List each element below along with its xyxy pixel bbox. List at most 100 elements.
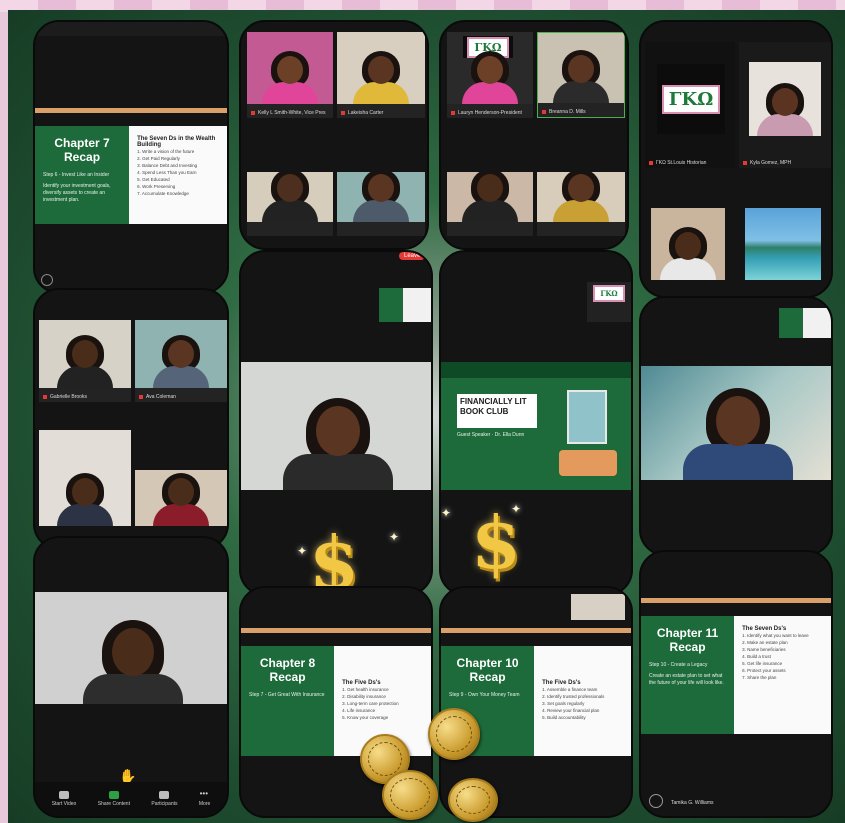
slide-item: 2. Identify trusted professionals xyxy=(542,694,605,699)
slide-subtitle: Step 10 - Create a Legacy xyxy=(649,662,708,668)
more-button[interactable]: ••• More xyxy=(199,789,210,808)
slide-item: 5. Get life insurance xyxy=(742,661,783,666)
meeting-toolbar: Start Video Share Content Participants •… xyxy=(35,782,227,816)
book-club-slide: FINANCIALLY LIT BOOK CLUB Guest Speaker … xyxy=(441,362,631,490)
panel-book-club: ΓΚΩ FINANCIALLY LIT BOOK CLUB Guest Spea… xyxy=(439,250,633,596)
video-tile[interactable] xyxy=(247,172,333,236)
share-icon xyxy=(108,791,119,799)
slide-subtitle: Step 9 - Own Your Money Team xyxy=(449,692,520,698)
gold-coin xyxy=(428,708,480,760)
slide-item: 3. Long-term care protection xyxy=(342,701,399,706)
video-tile[interactable] xyxy=(39,430,131,526)
slide-item: 1. Assemble a finance team xyxy=(542,687,598,692)
book-cover xyxy=(567,390,607,444)
slide-item: 2. Make an estate plan xyxy=(742,640,788,645)
slide-item: 3. Set goals regularly xyxy=(542,701,585,706)
slide-item: 3. Balance Debt and Investing xyxy=(137,163,198,168)
panel-speaker-1: Leave $ ✦ ✦ xyxy=(239,250,433,596)
panel-chapter-11-slide: Chapter 11 Recap Step 10 - Create a Lega… xyxy=(639,550,833,818)
settings-icon[interactable] xyxy=(41,274,53,286)
panel-chapter-7-slide: Chapter 7 Recap Step 6 - Invest Like an … xyxy=(33,20,229,294)
video-tile[interactable] xyxy=(135,470,227,526)
video-tile[interactable]: Gabrielle Brooks xyxy=(39,320,131,402)
speaker-video[interactable] xyxy=(241,362,431,490)
panel-gallery-b: ΓΚΩ Lauryn Henderson-President Breanna D… xyxy=(439,20,629,250)
slide-item: 2. Disability insurance xyxy=(342,694,386,699)
slide-item: 6. Protect your assets xyxy=(742,668,786,673)
slide-top-bar xyxy=(241,628,431,633)
slide-top-bar xyxy=(641,598,831,603)
collage-background: Chapter 7 Recap Step 6 - Invest Like an … xyxy=(8,10,845,823)
slide-item: 1. Write a vision of the future xyxy=(137,149,195,154)
video-tile[interactable] xyxy=(651,208,725,280)
slide-item: 5. Build accountability xyxy=(542,715,586,720)
participants-icon xyxy=(159,791,170,799)
shared-slide-thumbnail xyxy=(779,308,831,338)
slide-item: 4. Spend Less Than you Earn xyxy=(137,170,197,175)
participant-name: Lauryn Henderson-President xyxy=(451,110,522,116)
slide-body: Create an estate plan to set what the fu… xyxy=(649,673,724,686)
slide-item: 7. Share the plan xyxy=(742,675,777,680)
slide-item: 4. Life insurance xyxy=(342,708,376,713)
stage-graphic xyxy=(559,450,617,476)
slide-item: 4. Build a trust xyxy=(742,654,771,659)
chapter-7-slide: Chapter 7 Recap Step 6 - Invest Like an … xyxy=(35,126,227,224)
participant-name: Kelly L Smith-White, Vice Pres xyxy=(251,110,326,116)
slide-item: 6. Work Preserving xyxy=(137,184,176,189)
video-tile[interactable]: Kelly L Smith-White, Vice Pres xyxy=(247,32,333,118)
slide-item: 4. Review your financial plan xyxy=(542,708,600,713)
slide-top-bar xyxy=(441,628,631,633)
gold-coin xyxy=(448,778,498,822)
chapter-11-slide: Chapter 11 Recap Step 10 - Create a Lega… xyxy=(641,616,831,734)
gold-coin xyxy=(382,770,438,820)
slide-item: 7. Accumulate Knowledge xyxy=(137,191,189,196)
slide-top-bar xyxy=(35,108,227,113)
slide-body: Identify your investment goals, diversif… xyxy=(43,183,111,203)
more-icon: ••• xyxy=(199,789,208,798)
slide-item: 5. Get Educated xyxy=(137,177,170,182)
video-tile[interactable] xyxy=(745,208,821,280)
slide-item: 5. Know your coverage xyxy=(342,715,389,720)
slide-title: Chapter 10 Recap xyxy=(456,656,519,684)
slide-item: 2. Get Paid Regularly xyxy=(137,156,180,161)
participant-name: Lakeisha Carter xyxy=(341,110,383,116)
slide-heading: The Seven Ds in the Wealth Building xyxy=(137,136,216,148)
video-tile[interactable]: Lakeisha Carter xyxy=(337,32,425,118)
video-tile[interactable] xyxy=(447,172,533,236)
video-tile[interactable] xyxy=(537,172,625,236)
speaker-video[interactable] xyxy=(641,366,831,480)
video-tile[interactable] xyxy=(35,592,227,704)
chapter-8-slide: Chapter 8 Recap Step 7 - Get Great With … xyxy=(241,646,431,756)
dollar-sign-graphic: $ xyxy=(309,520,360,596)
book-title-line-1: FINANCIALLY LIT xyxy=(460,397,527,406)
participant-name: Kyla Gomez, MPH xyxy=(743,160,791,166)
video-tile[interactable]: ΓΚΩ Lauryn Henderson-President xyxy=(447,32,533,118)
edit-icon[interactable] xyxy=(649,794,663,808)
panel-bottom-video: ✋ Start Video Share Content Participants… xyxy=(33,536,229,818)
book-club-title-card: FINANCIALLY LIT BOOK CLUB xyxy=(457,394,537,428)
panel-header xyxy=(35,22,227,36)
video-tile[interactable] xyxy=(337,172,425,236)
slide-title: Chapter 7 Recap xyxy=(54,136,110,164)
panel-gallery-a: Kelly L Smith-White, Vice Pres Lakeisha … xyxy=(239,20,429,250)
slide-subtitle: Step 6 - Invest Like an Insider xyxy=(43,172,110,178)
sorority-logo: ΓΚΩ xyxy=(657,64,725,134)
participants-button[interactable]: Participants xyxy=(151,791,178,807)
video-tile[interactable]: Kyla Gomez, MPH xyxy=(739,42,831,168)
panel-gallery-d: Gabrielle Brooks Ava Coleman xyxy=(33,288,229,550)
start-video-button[interactable]: Start Video xyxy=(52,791,76,807)
share-content-button[interactable]: Share Content xyxy=(98,791,130,807)
slide-item: 1. Identify what you want to leave xyxy=(742,633,809,638)
video-tile[interactable]: Ava Coleman xyxy=(135,320,227,402)
slide-item: 3. Name beneficiaries xyxy=(742,647,786,652)
book-club-subtitle: Guest Speaker · Dr. Ella Dunn xyxy=(457,432,525,438)
panel-speaker-2 xyxy=(639,296,833,556)
participant-name: Breanna D. Mills xyxy=(542,109,586,115)
leave-button[interactable]: Leave xyxy=(399,252,426,260)
panel-gallery-c: ΓΚΩ ΓΚΩ St.Louis Historian Kyla Gomez, M… xyxy=(639,20,833,298)
video-tile[interactable]: Breanna D. Mills xyxy=(537,32,625,118)
video-tile[interactable]: ΓΚΩ ΓΚΩ St.Louis Historian xyxy=(645,42,735,168)
slide-subtitle: Step 7 - Get Great With Insurance xyxy=(249,692,325,698)
shared-slide-thumbnail xyxy=(379,288,431,322)
video-icon xyxy=(59,791,70,799)
